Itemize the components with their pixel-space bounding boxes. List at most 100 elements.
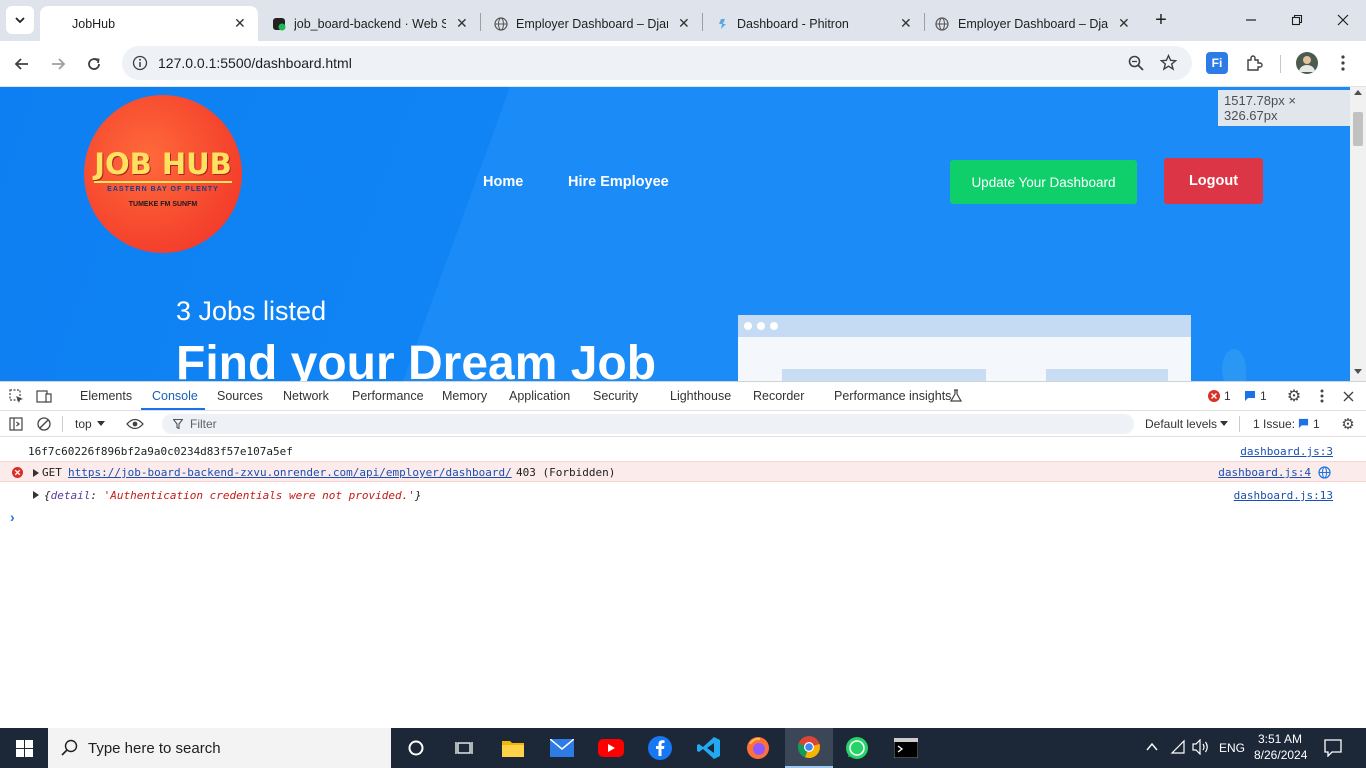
network-request-icon[interactable] <box>1318 466 1331 479</box>
live-expression-eye-icon[interactable] <box>126 415 144 433</box>
youtube-icon <box>598 739 624 757</box>
devtools-settings-icon[interactable]: ⚙ <box>1285 387 1303 405</box>
back-button[interactable] <box>8 50 36 78</box>
restore-icon <box>1291 14 1303 26</box>
facebook-icon <box>648 736 672 760</box>
extension-fi-icon[interactable]: Fi <box>1206 52 1228 74</box>
prompt-chevron-icon: › <box>10 509 15 525</box>
star-icon[interactable] <box>1160 54 1177 71</box>
tab-security[interactable]: Security <box>593 389 638 403</box>
volume-icon[interactable] <box>1192 739 1210 755</box>
close-icon[interactable]: ✕ <box>456 15 468 32</box>
close-icon[interactable]: ✕ <box>234 15 246 32</box>
devtools-more-icon[interactable] <box>1313 387 1331 405</box>
console-prompt[interactable]: › <box>0 508 1366 528</box>
console-settings-icon[interactable]: ⚙ <box>1339 415 1357 433</box>
tab-render[interactable]: job_board-backend · Web Se ✕ <box>262 6 480 41</box>
log-source-link[interactable]: dashboard.js:13 <box>1234 489 1333 502</box>
tab-performance[interactable]: Performance <box>352 389 424 403</box>
clock-date[interactable]: 8/26/2024 <box>1254 748 1307 762</box>
page-scrollbar[interactable] <box>1350 87 1366 381</box>
scroll-thumb[interactable] <box>1353 112 1363 146</box>
tab-application[interactable]: Application <box>509 389 570 403</box>
tab-phitron[interactable]: Dashboard - Phitron ✕ <box>706 6 924 41</box>
tab-employer-dashboard-2[interactable]: Employer Dashboard – Djang ✕ <box>928 6 1146 41</box>
firefox-app[interactable] <box>734 728 782 768</box>
clear-console-icon[interactable] <box>35 415 53 433</box>
sidebar-toggle-icon[interactable] <box>7 415 25 433</box>
console-filter-input[interactable]: Filter <box>162 414 1134 434</box>
site-info-icon[interactable] <box>132 55 148 71</box>
close-window-button[interactable] <box>1320 0 1366 40</box>
new-tab-button[interactable]: + <box>1140 0 1182 40</box>
tab-search-button[interactable] <box>6 6 34 34</box>
tab-employer-dashboard-1[interactable]: Employer Dashboard – Djang ✕ <box>484 6 702 41</box>
message-count-badge[interactable]: 1 <box>1244 389 1267 403</box>
whatsapp-app[interactable] <box>833 728 881 768</box>
tab-console[interactable]: Console <box>152 389 198 403</box>
update-dashboard-button[interactable]: Update Your Dashboard <box>950 160 1137 204</box>
scroll-up-icon[interactable] <box>1354 89 1362 95</box>
close-icon[interactable]: ✕ <box>678 15 690 32</box>
chrome-app[interactable] <box>785 728 833 768</box>
clock-time[interactable]: 3:51 AM <box>1258 732 1302 746</box>
tab-sources[interactable]: Sources <box>217 389 263 403</box>
file-explorer-app[interactable] <box>489 728 537 768</box>
language-indicator[interactable]: ENG <box>1219 741 1245 755</box>
context-selector[interactable]: top <box>75 417 92 431</box>
tab-lighthouse[interactable]: Lighthouse <box>670 389 731 403</box>
logo-divider <box>94 181 232 183</box>
vscode-app[interactable] <box>685 728 733 768</box>
minimize-button[interactable] <box>1228 0 1274 40</box>
logout-button[interactable]: Logout <box>1164 158 1263 204</box>
console-log-line: 16f7c60226f896bf2a9a0c0234d83f57e107a5ef… <box>0 442 1366 460</box>
task-view-button[interactable] <box>392 728 440 768</box>
devtools-panel: Elements Console Sources Network Perform… <box>0 381 1366 728</box>
facebook-app[interactable] <box>636 728 684 768</box>
notification-icon[interactable] <box>1324 739 1342 757</box>
expand-triangle-icon[interactable] <box>33 469 39 477</box>
globe-icon <box>494 16 508 31</box>
show-hidden-icons[interactable] <box>1146 742 1158 752</box>
tab-jobhub[interactable]: JobHub ✕ <box>40 6 258 41</box>
wifi-icon[interactable] <box>1170 739 1186 755</box>
restore-button[interactable] <box>1274 0 1320 40</box>
mail-app[interactable] <box>538 728 586 768</box>
dropdown-arrow-icon[interactable] <box>97 421 105 427</box>
taskbar-search-box[interactable]: Type here to search <box>48 728 391 768</box>
device-toolbar-icon[interactable] <box>35 387 53 405</box>
task-view-icon[interactable] <box>440 728 488 768</box>
jobhub-logo[interactable]: JOB HUB EASTERN BAY OF PLENTY TUMEKE FM … <box>84 95 242 253</box>
error-count-badge[interactable]: 1 <box>1208 389 1231 403</box>
tab-recorder[interactable]: Recorder <box>753 389 804 403</box>
youtube-app[interactable] <box>587 728 635 768</box>
tab-performance-insights[interactable]: Performance insights <box>834 389 951 403</box>
nav-hire-employee-link[interactable]: Hire Employee <box>568 174 669 190</box>
inspect-element-icon[interactable] <box>7 387 25 405</box>
url-text[interactable]: 127.0.0.1:5500/dashboard.html <box>158 55 352 71</box>
tab-network[interactable]: Network <box>283 389 329 403</box>
extensions-puzzle-icon[interactable] <box>1243 52 1265 74</box>
log-source-link[interactable]: dashboard.js:3 <box>1240 445 1333 458</box>
log-source-link[interactable]: dashboard.js:4 <box>1218 466 1311 479</box>
forward-button[interactable] <box>44 50 72 78</box>
terminal-app[interactable] <box>882 728 930 768</box>
devtools-close-icon[interactable] <box>1339 387 1357 405</box>
close-icon[interactable]: ✕ <box>900 15 912 32</box>
address-bar[interactable]: 127.0.0.1:5500/dashboard.html <box>122 46 1192 80</box>
nav-home-link[interactable]: Home <box>483 174 523 190</box>
tab-elements[interactable]: Elements <box>80 389 132 403</box>
start-button[interactable] <box>0 728 48 768</box>
tab-memory[interactable]: Memory <box>442 389 487 403</box>
request-url-link[interactable]: https://job-board-backend-zxvu.onrender.… <box>68 466 512 479</box>
reload-button[interactable] <box>80 50 108 78</box>
log-levels-dropdown[interactable]: Default levels <box>1145 417 1217 431</box>
dropdown-arrow-icon[interactable] <box>1220 421 1228 427</box>
close-icon[interactable]: ✕ <box>1118 15 1130 32</box>
browser-menu-icon[interactable] <box>1332 52 1354 74</box>
expand-triangle-icon[interactable] <box>33 491 39 499</box>
zoom-icon[interactable] <box>1128 55 1144 71</box>
profile-avatar[interactable] <box>1296 52 1318 74</box>
issues-label[interactable]: 1 Issue: <box>1253 417 1295 431</box>
scroll-down-icon[interactable] <box>1354 369 1362 375</box>
